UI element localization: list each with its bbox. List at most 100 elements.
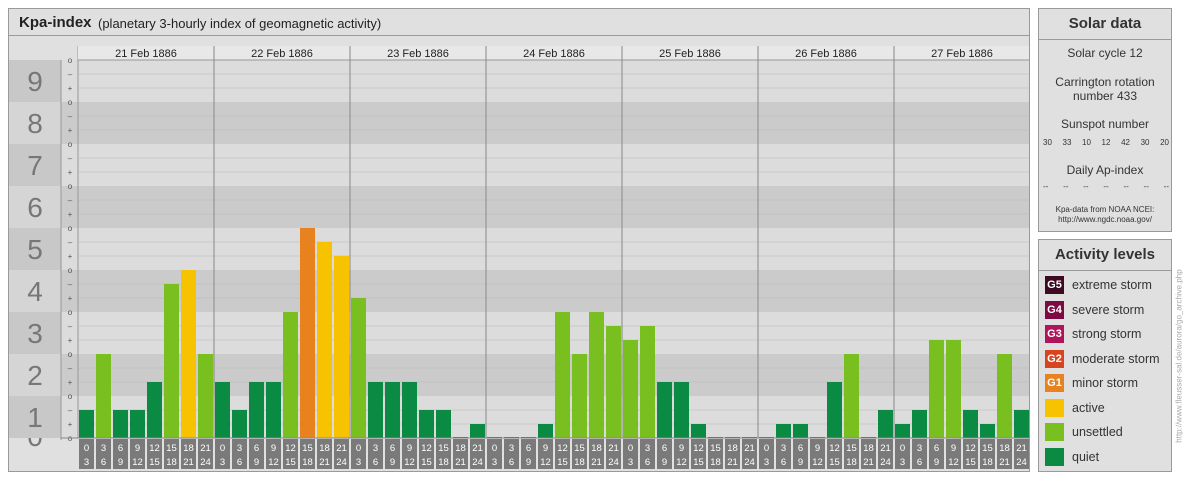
kp-bar [691, 424, 706, 438]
interval-end-label: 18 [302, 457, 313, 468]
interval-start-label: 0 [764, 443, 769, 454]
sunspot-values: 30 33 10 12 42 30 20 [1043, 138, 1169, 147]
interval-start-label: 12 [965, 443, 976, 454]
legend-item: unsettled [1045, 423, 1123, 441]
kp-bar [266, 382, 281, 438]
kp-subtick-label: – [68, 70, 73, 79]
interval-end-label: 15 [285, 457, 296, 468]
day-label: 26 Feb 1886 [795, 48, 857, 60]
ap-index-value: -- [1163, 182, 1169, 191]
legend-swatch [1045, 398, 1064, 417]
y-tick-label: 6 [27, 192, 43, 223]
sunspot-value: 30 [1043, 138, 1052, 147]
kpa-panel: 0123456789o+o+–o+–o+–o+–o+–o+–o+–o+–o–21… [8, 8, 1030, 472]
kp-bar [436, 409, 451, 438]
interval-end-label: 24 [472, 457, 483, 468]
interval-end-label: 24 [744, 457, 755, 468]
kp-bar [538, 424, 553, 438]
interval-start-label: 9 [135, 443, 140, 454]
kp-subtick-label: – [68, 238, 73, 247]
legend-item: G5 extreme storm [1045, 276, 1152, 294]
interval-start-label: 9 [407, 443, 412, 454]
interval-start-label: 0 [492, 443, 497, 454]
kp-bar [147, 382, 162, 438]
interval-start-label: 6 [390, 443, 395, 454]
interval-end-label: 3 [900, 457, 905, 468]
sunspot-value: 42 [1121, 138, 1130, 147]
interval-start-label: 0 [84, 443, 89, 454]
kp-bar [980, 424, 995, 438]
solar-cycle: Solar cycle 12 [1067, 46, 1143, 60]
kp-subtick-label: + [68, 210, 73, 219]
kp-bar [79, 409, 94, 438]
kp-subtick-label: o [68, 266, 73, 275]
interval-end-label: 9 [526, 457, 531, 468]
interval-end-label: 18 [846, 457, 857, 468]
interval-start-label: 18 [319, 443, 330, 454]
credit-url[interactable]: http://www.fleusser-sal.de/aurora/go_arc… [1175, 269, 1184, 442]
kp-bar [844, 354, 859, 438]
interval-end-label: 24 [1016, 457, 1027, 468]
kp-bar [895, 424, 910, 438]
kp-subtick-label: + [68, 252, 73, 261]
sunspot-label: Sunspot number [1060, 117, 1150, 131]
interval-start-label: 12 [829, 443, 840, 454]
interval-start-label: 21 [608, 443, 619, 454]
interval-start-label: 18 [863, 443, 874, 454]
interval-end-label: 12 [268, 457, 279, 468]
kp-bar [555, 312, 570, 438]
interval-end-label: 12 [812, 457, 823, 468]
interval-end-label: 15 [149, 457, 160, 468]
y-tick-label: 9 [27, 66, 43, 97]
interval-start-label: 18 [727, 443, 738, 454]
kp-subtick-label: o [68, 56, 73, 65]
kp-band-8 [61, 60, 1029, 102]
ap-index-values: -- -- -- -- -- -- -- [1043, 182, 1169, 191]
kp-subtick-label: – [68, 406, 73, 415]
legend-swatch: G5 [1045, 276, 1064, 294]
interval-start-label: 9 [815, 443, 820, 454]
kp-subtick-label: – [68, 364, 73, 373]
legend-label: extreme storm [1072, 278, 1152, 292]
interval-start-label: 21 [1016, 443, 1027, 454]
kp-bar [572, 354, 587, 438]
kp-bar [470, 424, 485, 438]
interval-end-label: 3 [84, 457, 89, 468]
legend-item: quiet [1045, 447, 1100, 466]
kp-subtick-label: o [68, 350, 73, 359]
interval-start-label: 18 [455, 443, 466, 454]
y-tick-label: 7 [27, 150, 43, 181]
interval-end-label: 3 [628, 457, 633, 468]
interval-start-label: 15 [166, 443, 177, 454]
site-credit: http://www.fleusser-sal.de/aurora/go_arc… [1174, 240, 1184, 472]
interval-end-label: 12 [948, 457, 959, 468]
interval-start-label: 15 [438, 443, 449, 454]
kp-band-4 [61, 228, 1029, 270]
legend-label: quiet [1072, 449, 1100, 464]
kp-bar [215, 382, 230, 438]
kp-subtick-label: + [68, 84, 73, 93]
kp-bar [946, 340, 961, 438]
kp-bar [997, 354, 1012, 438]
ap-index-value: -- [1063, 182, 1069, 191]
kp-subtick-label: o [68, 392, 73, 401]
interval-start-label: 3 [237, 443, 242, 454]
interval-start-label: 0 [628, 443, 633, 454]
legend-item: G1 minor storm [1045, 374, 1138, 392]
interval-end-label: 24 [608, 457, 619, 468]
kp-subtick-label: – [68, 112, 73, 121]
interval-end-label: 6 [509, 457, 514, 468]
carrington-number: number 433 [1072, 89, 1138, 103]
sunspot-value: 30 [1140, 138, 1150, 147]
source-link[interactable]: http://www.ngdc.noaa.gov/ [1039, 215, 1171, 225]
day-label: 23 Feb 1886 [387, 48, 449, 60]
kp-bar [198, 354, 213, 438]
kp-bar [589, 312, 604, 438]
activity-levels-panel: Activity levels G5 extreme storm G4 severe … [1038, 239, 1172, 472]
interval-start-label: 6 [934, 443, 939, 454]
interval-start-label: 18 [999, 443, 1010, 454]
interval-start-label: 3 [781, 443, 786, 454]
interval-end-label: 15 [557, 457, 568, 468]
interval-end-label: 21 [319, 457, 330, 468]
kp-bar [283, 312, 298, 438]
